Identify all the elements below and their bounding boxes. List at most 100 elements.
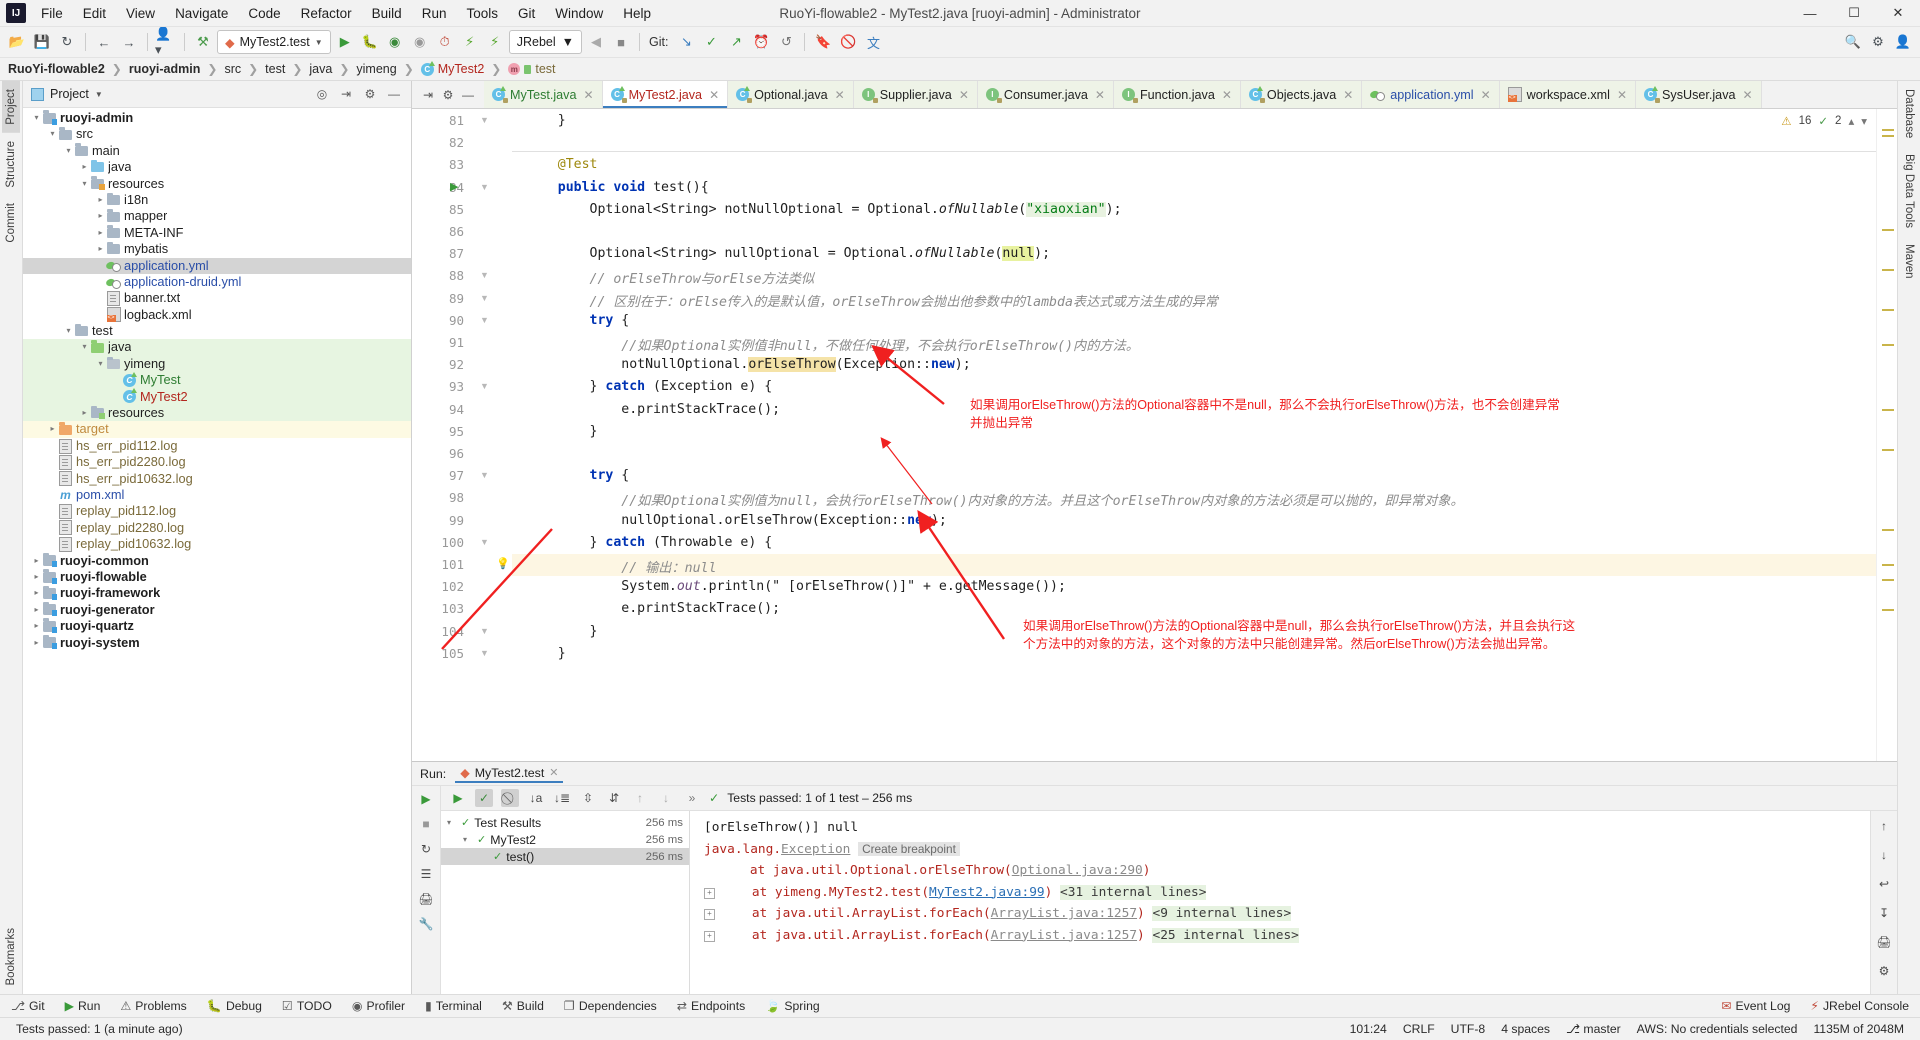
chevron-down-icon[interactable]: ▾ [463, 835, 473, 844]
print-icon[interactable]: 🖨 [1875, 933, 1893, 951]
error-stripe-mark[interactable] [1882, 229, 1894, 231]
sidebar-item-database[interactable]: Database [1900, 81, 1918, 146]
chevron-right-icon[interactable]: ▸ [95, 192, 106, 208]
jrebel-debug-icon[interactable]: ⚡ [484, 31, 506, 53]
sync-icon[interactable]: ↻ [56, 31, 78, 53]
minimize-button[interactable]: — [1788, 0, 1832, 26]
profiler-icon[interactable]: ◉ [409, 31, 431, 53]
sidebar-item-big-data-tools[interactable]: Big Data Tools [1900, 146, 1918, 236]
internal-lines-badge[interactable]: <31 internal lines> [1060, 884, 1207, 900]
collapse-icon[interactable]: ⇥ [420, 87, 436, 103]
editor-tab-SysUser-java[interactable]: C SysUser.java ✕ [1636, 81, 1762, 108]
gear-icon[interactable]: ⚙ [1875, 962, 1893, 980]
close-icon[interactable]: ✕ [1617, 88, 1627, 102]
breadcrumb-item-5[interactable]: yimeng [356, 62, 396, 76]
bookmark-icon[interactable]: 🔖 [812, 31, 834, 53]
hide-icon[interactable]: — [385, 85, 403, 103]
editor-tabs[interactable]: C MyTest.java ✕ C MyTest2.java ✕ C Optional… [484, 81, 1762, 108]
menu-item-navigate[interactable]: Navigate [166, 3, 237, 24]
sidebar-item-bookmarks[interactable]: Bookmarks [2, 920, 20, 994]
error-stripe-gutter[interactable] [1876, 109, 1897, 761]
tool-window-profiler[interactable]: ◉ Profiler [349, 998, 408, 1014]
memory-indicator[interactable]: 1135M of 2048M [1805, 1022, 1912, 1036]
filter-icon[interactable]: ☰ [417, 865, 435, 883]
code-line-98[interactable]: //如果Optional实例值为null，会执行orElseThrow()内对象… [526, 490, 1463, 509]
editor-tab-MyTest2-java[interactable]: C MyTest2.java ✕ [602, 81, 729, 108]
code-line-100[interactable]: } catch (Throwable e) { [526, 535, 773, 550]
tree-item[interactable]: hs_err_pid10632.log [23, 471, 411, 487]
editor-tab-Objects-java[interactable]: C Objects.java ✕ [1240, 81, 1363, 108]
error-stripe-mark[interactable] [1882, 129, 1894, 131]
code-line-83[interactable]: @Test [526, 157, 598, 172]
tool-window-problems[interactable]: ⚠ Problems [117, 998, 189, 1014]
line-separator[interactable]: CRLF [1395, 1022, 1443, 1036]
expand-all-icon[interactable]: ⇳ [579, 789, 597, 807]
chevron-down-icon[interactable]: ▾ [63, 143, 74, 159]
wrench-icon[interactable]: 🔧 [417, 915, 435, 933]
chevron-down-icon[interactable]: ▼ [95, 90, 103, 99]
tree-item[interactable]: application.yml [23, 257, 411, 274]
create-breakpoint-badge[interactable]: Create breakpoint [858, 841, 960, 856]
chevron-right-icon[interactable]: ▸ [79, 159, 90, 175]
editor-tab-Consumer-java[interactable]: I Consumer.java ✕ [977, 81, 1114, 108]
tree-item[interactable]: replay_pid112.log [23, 503, 411, 520]
gear-icon[interactable]: ⚙ [440, 87, 456, 103]
fold-marker-icon[interactable]: ▼ [480, 381, 489, 391]
breadcrumb-item-1[interactable]: ruoyi-admin [129, 62, 201, 76]
breadcrumb-item-6[interactable]: C MyTest2 [420, 60, 484, 76]
tree-item[interactable]: C MyTest [23, 371, 411, 389]
fold-marker-icon[interactable]: ▼ [480, 626, 489, 636]
chevron-down-icon[interactable]: ▾ [79, 176, 90, 192]
close-icon[interactable]: ✕ [584, 88, 594, 102]
tree-item[interactable]: ▾ main [23, 143, 411, 159]
tree-item[interactable]: ▸ ruoyi-framework [23, 585, 411, 601]
fold-marker-icon[interactable]: ▼ [480, 470, 489, 480]
editor-tab-Supplier-java[interactable]: I Supplier.java ✕ [853, 81, 978, 108]
chevron-right-icon[interactable]: ▸ [95, 225, 106, 241]
tree-item[interactable]: ▸ ruoyi-common [23, 553, 411, 569]
internal-lines-badge[interactable]: <9 internal lines> [1152, 906, 1292, 921]
menu-item-help[interactable]: Help [614, 3, 660, 24]
tree-item[interactable]: hs_err_pid2280.log [23, 454, 411, 470]
tree-item[interactable]: application-druid.yml [23, 274, 411, 290]
error-stripe-mark[interactable] [1882, 449, 1894, 451]
stack-link[interactable]: MyTest2.java:99 [929, 885, 1045, 900]
tree-item[interactable]: banner.txt [23, 290, 411, 306]
code-line-92[interactable]: notNullOptional.orElseThrow(Exception::n… [526, 357, 971, 373]
editor-tab-workspace-xml[interactable]: workspace.xml ✕ [1499, 81, 1636, 108]
sidebar-item-maven[interactable]: Maven [1900, 236, 1918, 287]
sort-alpha-icon[interactable]: ↓a [527, 789, 545, 807]
tree-item[interactable]: ▾ java [23, 339, 411, 356]
close-icon[interactable]: ✕ [1743, 88, 1753, 102]
tree-item[interactable]: logback.xml [23, 307, 411, 323]
tree-item[interactable]: ▸ mapper [23, 208, 411, 224]
translate-icon[interactable]: 文 [862, 31, 884, 53]
close-icon[interactable]: ✕ [835, 88, 845, 102]
error-stripe-mark[interactable] [1882, 409, 1894, 411]
menu-item-file[interactable]: File [32, 3, 72, 24]
editor-tab-Optional-java[interactable]: C Optional.java ✕ [728, 81, 854, 108]
chevron-right-icon[interactable]: ▸ [95, 241, 106, 257]
chevron-down-icon[interactable]: ▾ [63, 323, 74, 339]
scroll-to-end-icon[interactable]: ↧ [1875, 904, 1893, 922]
sidebar-item-project[interactable]: Project [2, 81, 20, 133]
tool-window-endpoints[interactable]: ⇄ Endpoints [674, 998, 748, 1014]
tool-window-git[interactable]: ⎇ Git [8, 998, 48, 1014]
breadcrumb-item-2[interactable]: src [224, 62, 241, 76]
error-stripe-mark[interactable] [1882, 344, 1894, 346]
error-stripe-mark[interactable] [1882, 609, 1894, 611]
stack-link[interactable]: ArrayList.java:1257 [991, 906, 1137, 921]
chevron-right-icon[interactable]: ▸ [31, 635, 42, 651]
chevron-right-icon[interactable]: ▸ [31, 569, 42, 585]
attach-profiler-icon[interactable]: ⏱ [434, 31, 456, 53]
chevron-down-icon[interactable]: ▾ [95, 356, 106, 372]
indent-setting[interactable]: 4 spaces [1493, 1022, 1558, 1036]
close-icon[interactable]: ✕ [1343, 88, 1353, 102]
maximize-button[interactable]: ☐ [1832, 0, 1876, 26]
chevron-right-icon[interactable]: ▸ [31, 602, 42, 618]
rerun-icon[interactable]: ▶ [449, 789, 467, 807]
tree-item[interactable]: ▸ ruoyi-generator [23, 602, 411, 618]
tree-item[interactable]: ▾ resources [23, 176, 411, 192]
account-icon[interactable]: 👤 [1892, 31, 1914, 53]
chevron-right-icon[interactable]: ▸ [47, 421, 58, 437]
